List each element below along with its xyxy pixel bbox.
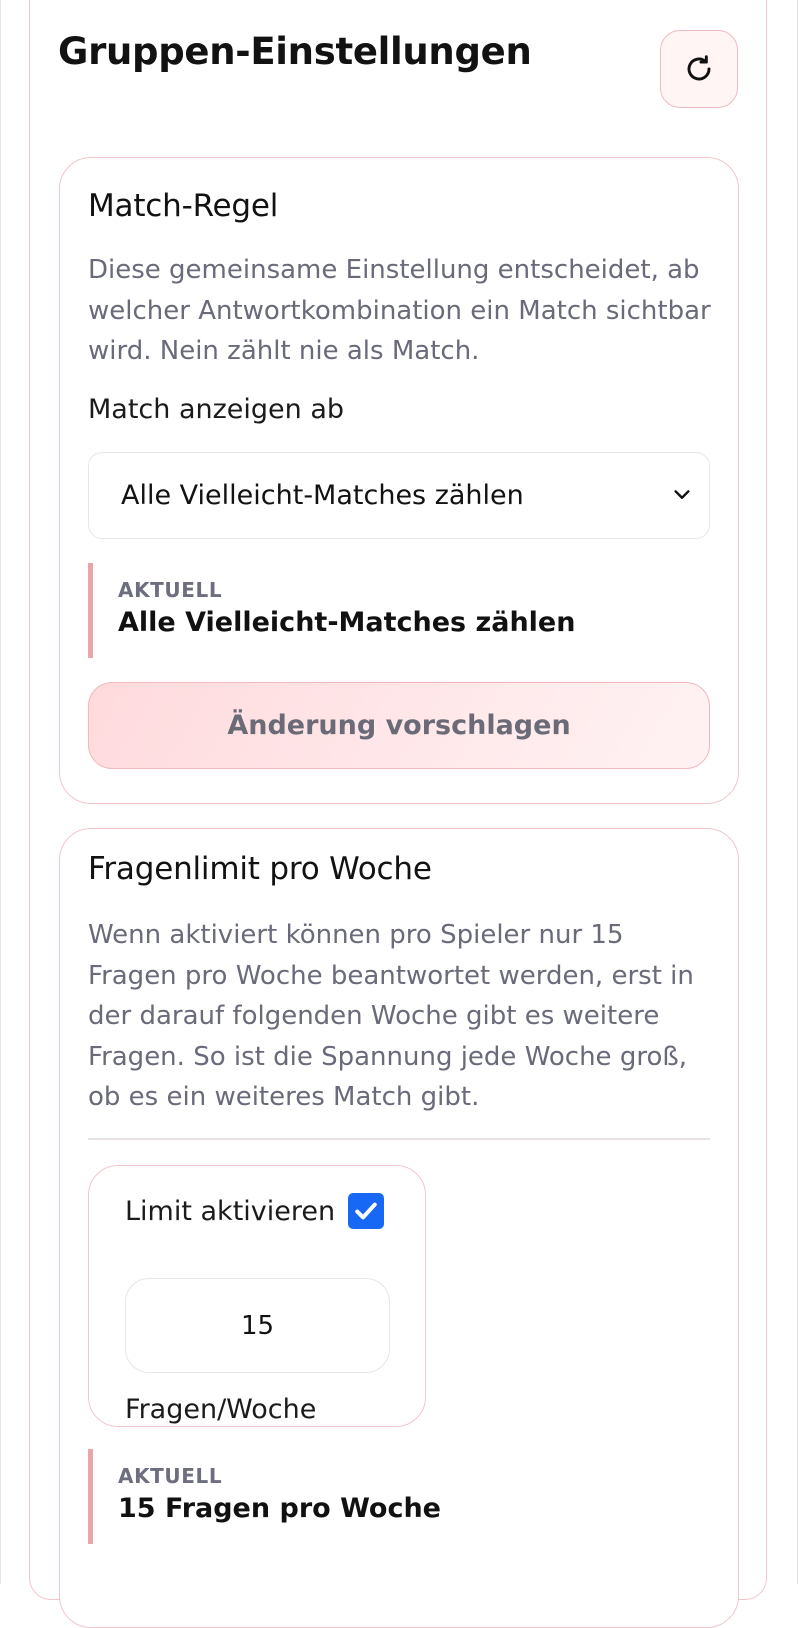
question-limit-current: AKTUELL 15 Fragen pro Woche: [88, 1449, 693, 1544]
refresh-button[interactable]: [660, 30, 738, 108]
page-title: Gruppen-Einstellungen: [58, 30, 532, 73]
chevron-down-icon: [674, 490, 690, 499]
limit-settings-box: Limit aktivieren Fragen/Woche: [88, 1165, 426, 1427]
limit-checkbox[interactable]: [348, 1193, 384, 1229]
current-label: AKTUELL: [118, 578, 223, 602]
current-label: AKTUELL: [118, 1464, 223, 1488]
questions-per-week-input[interactable]: [125, 1278, 390, 1373]
viewport-edge-left: [0, 0, 1, 1584]
question-limit-description: Wenn aktiviert können pro Spieler nur 15…: [88, 920, 694, 1112]
match-rule-select[interactable]: Alle Vielleicht-Matches zählen: [88, 452, 710, 539]
unit-label: Fragen/Woche: [125, 1394, 317, 1425]
match-rule-select-value: Alle Vielleicht-Matches zählen: [121, 480, 524, 511]
match-rule-description: Diese gemeinsame Einstellung entscheidet…: [88, 255, 711, 366]
divider: [88, 1138, 710, 1140]
match-rule-current: AKTUELL Alle Vielleicht-Matches zählen: [88, 563, 693, 658]
question-limit-card: Fragenlimit pro Woche Wenn aktiviert kön…: [59, 828, 739, 1628]
refresh-icon: [687, 55, 711, 81]
current-value: 15 Fragen pro Woche: [118, 1493, 441, 1524]
match-rule-card: Match-Regel Diese gemeinsame Einstellung…: [59, 157, 739, 804]
question-limit-title: Fragenlimit pro Woche: [88, 851, 432, 887]
match-rule-title: Match-Regel: [88, 188, 279, 224]
app-root: Gruppen-Einstellungen Match-Regel Diese …: [0, 0, 798, 1628]
checkmark-icon: [355, 1202, 377, 1220]
suggest-change-button[interactable]: Änderung vorschlagen: [88, 682, 710, 769]
current-value: Alle Vielleicht-Matches zählen: [118, 607, 576, 638]
limit-toggle-label: Limit aktivieren: [125, 1196, 336, 1227]
match-select-label: Match anzeigen ab: [88, 394, 345, 425]
